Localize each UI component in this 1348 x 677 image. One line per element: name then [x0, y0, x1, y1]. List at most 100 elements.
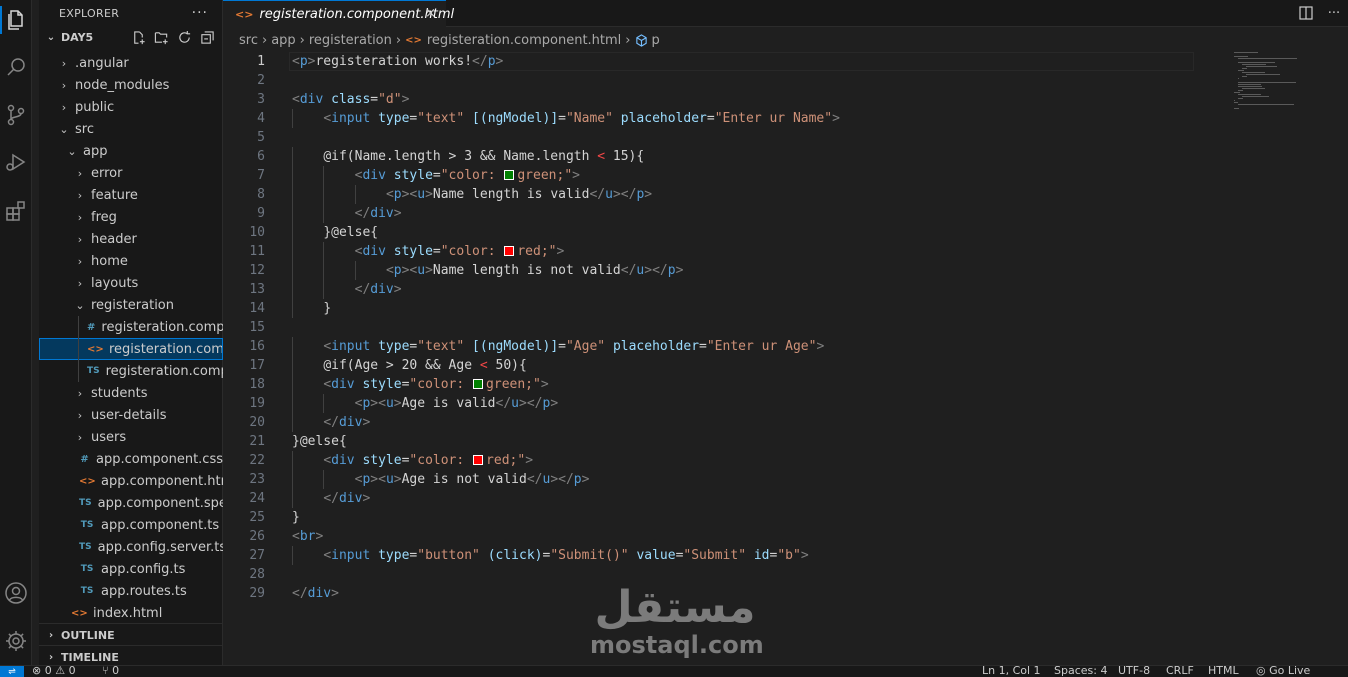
folder-item[interactable]: › header	[39, 228, 223, 250]
code-line: 20 </div>	[223, 413, 1223, 432]
indent-guide	[323, 261, 325, 280]
tree-item-label: registeration.compo...	[101, 319, 223, 335]
go-live-button[interactable]: ◎ Go Live	[1256, 666, 1310, 677]
code-token: </	[589, 187, 606, 202]
breadcrumb-item[interactable]: p	[652, 33, 660, 48]
file-item[interactable]: <> index.html	[39, 602, 223, 624]
encoding-status[interactable]: UTF-8	[1118, 666, 1150, 677]
code-token: placeholder	[620, 111, 707, 126]
refresh-icon[interactable]	[176, 29, 193, 46]
source-control-icon[interactable]	[2, 101, 30, 129]
folder-item[interactable]: › .angular	[39, 52, 223, 74]
eol-status[interactable]: CRLF	[1166, 666, 1194, 677]
file-item[interactable]: <> app.component.html	[39, 470, 223, 492]
code-token: }@else{	[323, 225, 379, 240]
explorer-icon[interactable]	[2, 6, 30, 34]
run-debug-icon[interactable]	[2, 148, 30, 176]
code-token: >	[525, 453, 534, 468]
code-text: <div style="color: green;">	[323, 375, 548, 394]
tab-registeration-html[interactable]: <> registeration.component.html ×	[223, 0, 454, 27]
file-item[interactable]: TS registeration.compo...	[39, 360, 223, 382]
indent-guide	[323, 394, 325, 413]
code-text: </div>	[323, 489, 370, 508]
folder-item[interactable]: › node_modules	[39, 74, 223, 96]
code-editor[interactable]: 1 <p>registeration works!</p> 2 3 <div class…	[223, 52, 1223, 612]
file-item[interactable]: TS app.config.server.ts	[39, 536, 223, 558]
minimap-line	[1234, 56, 1248, 57]
minimap-line	[1238, 94, 1261, 95]
language-mode[interactable]: HTML	[1208, 666, 1239, 677]
code-token: <	[323, 453, 332, 468]
folder-item[interactable]: › feature	[39, 184, 223, 206]
folder-item[interactable]: › public	[39, 96, 223, 118]
code-token: ></	[612, 187, 637, 202]
line-number: 26	[249, 529, 265, 544]
file-item[interactable]: # registeration.compo...	[39, 316, 223, 338]
breadcrumb-item[interactable]: registeration.component.html	[427, 33, 621, 48]
tree-item-label: freg	[91, 209, 117, 225]
collapse-all-icon[interactable]	[199, 29, 216, 46]
file-item[interactable]: TS app.component.ts	[39, 514, 223, 536]
line-number: 25	[249, 510, 265, 525]
color-swatch[interactable]	[504, 246, 515, 256]
chevron-right-icon: ›	[77, 254, 83, 268]
folder-item[interactable]: › error	[39, 162, 223, 184]
account-icon[interactable]	[2, 579, 30, 607]
breadcrumb-item[interactable]: registeration	[309, 33, 392, 48]
folder-item[interactable]: ⌄ registeration	[39, 294, 223, 316]
cursor-position[interactable]: Ln 1, Col 1	[982, 666, 1041, 677]
tree-item-label: .angular	[75, 55, 129, 71]
more-actions-icon[interactable]: ···	[1326, 5, 1342, 21]
file-item[interactable]: # app.component.css	[39, 448, 223, 470]
color-swatch[interactable]	[473, 379, 484, 389]
code-token: "d"	[378, 92, 402, 107]
extensions-icon[interactable]	[2, 197, 30, 225]
tree-item-label: app.routes.ts	[101, 583, 187, 599]
folder-item[interactable]: › user-details	[39, 404, 223, 426]
color-swatch[interactable]	[473, 455, 484, 465]
chevron-right-icon: ›	[61, 78, 67, 92]
gear-icon[interactable]	[2, 627, 30, 655]
folder-item[interactable]: ⌄ src	[39, 118, 223, 140]
outline-section[interactable]: › OUTLINE	[39, 623, 223, 646]
code-token: type	[378, 111, 410, 126]
folder-item[interactable]: › freg	[39, 206, 223, 228]
workspace-section[interactable]: ⌄ DAY5	[39, 26, 222, 48]
minimap[interactable]	[1234, 52, 1334, 132]
breadcrumb-item[interactable]: src	[239, 33, 258, 48]
file-item[interactable]: TS app.component.spec.ts	[39, 492, 223, 514]
color-swatch[interactable]	[504, 170, 515, 180]
line-number: 19	[249, 396, 265, 411]
breadcrumb-item[interactable]: app	[271, 33, 295, 48]
code-line: 22 <div style="color: red;">	[223, 451, 1223, 470]
code-token: >	[556, 244, 565, 259]
code-token: <	[323, 377, 332, 392]
remote-indicator[interactable]: ⇌	[0, 666, 24, 677]
code-token: "text"	[417, 339, 465, 354]
folder-item[interactable]: ⌄ app	[39, 140, 223, 162]
code-token: </	[620, 263, 637, 278]
ports-status[interactable]: ⑂ 0	[102, 666, 119, 677]
file-item[interactable]: TS app.config.ts	[39, 558, 223, 580]
file-item[interactable]: <> registeration.compo...	[39, 338, 223, 360]
tree-item-label: registeration.compo...	[109, 341, 223, 357]
close-icon[interactable]: ×	[425, 6, 436, 21]
folder-item[interactable]: › layouts	[39, 272, 223, 294]
split-editor-icon[interactable]	[1298, 5, 1314, 21]
folder-item[interactable]: › students	[39, 382, 223, 404]
code-text: </div>	[355, 204, 402, 223]
more-actions-icon[interactable]: ···	[192, 5, 208, 21]
new-file-icon[interactable]	[130, 29, 147, 46]
folder-item[interactable]: › home	[39, 250, 223, 272]
search-icon[interactable]	[2, 53, 30, 81]
folder-item[interactable]: › users	[39, 426, 223, 448]
indentation-status[interactable]: Spaces: 4	[1054, 666, 1107, 677]
code-token: style	[393, 168, 433, 183]
problems-status[interactable]: ⊗ 0 ⚠ 0	[32, 666, 76, 677]
new-folder-icon[interactable]	[153, 29, 170, 46]
file-item[interactable]: TS app.routes.ts	[39, 580, 223, 602]
code-token: ><	[401, 263, 418, 278]
code-token: 15){	[605, 149, 645, 164]
code-line: 15	[223, 318, 1223, 337]
code-token: >	[816, 339, 825, 354]
